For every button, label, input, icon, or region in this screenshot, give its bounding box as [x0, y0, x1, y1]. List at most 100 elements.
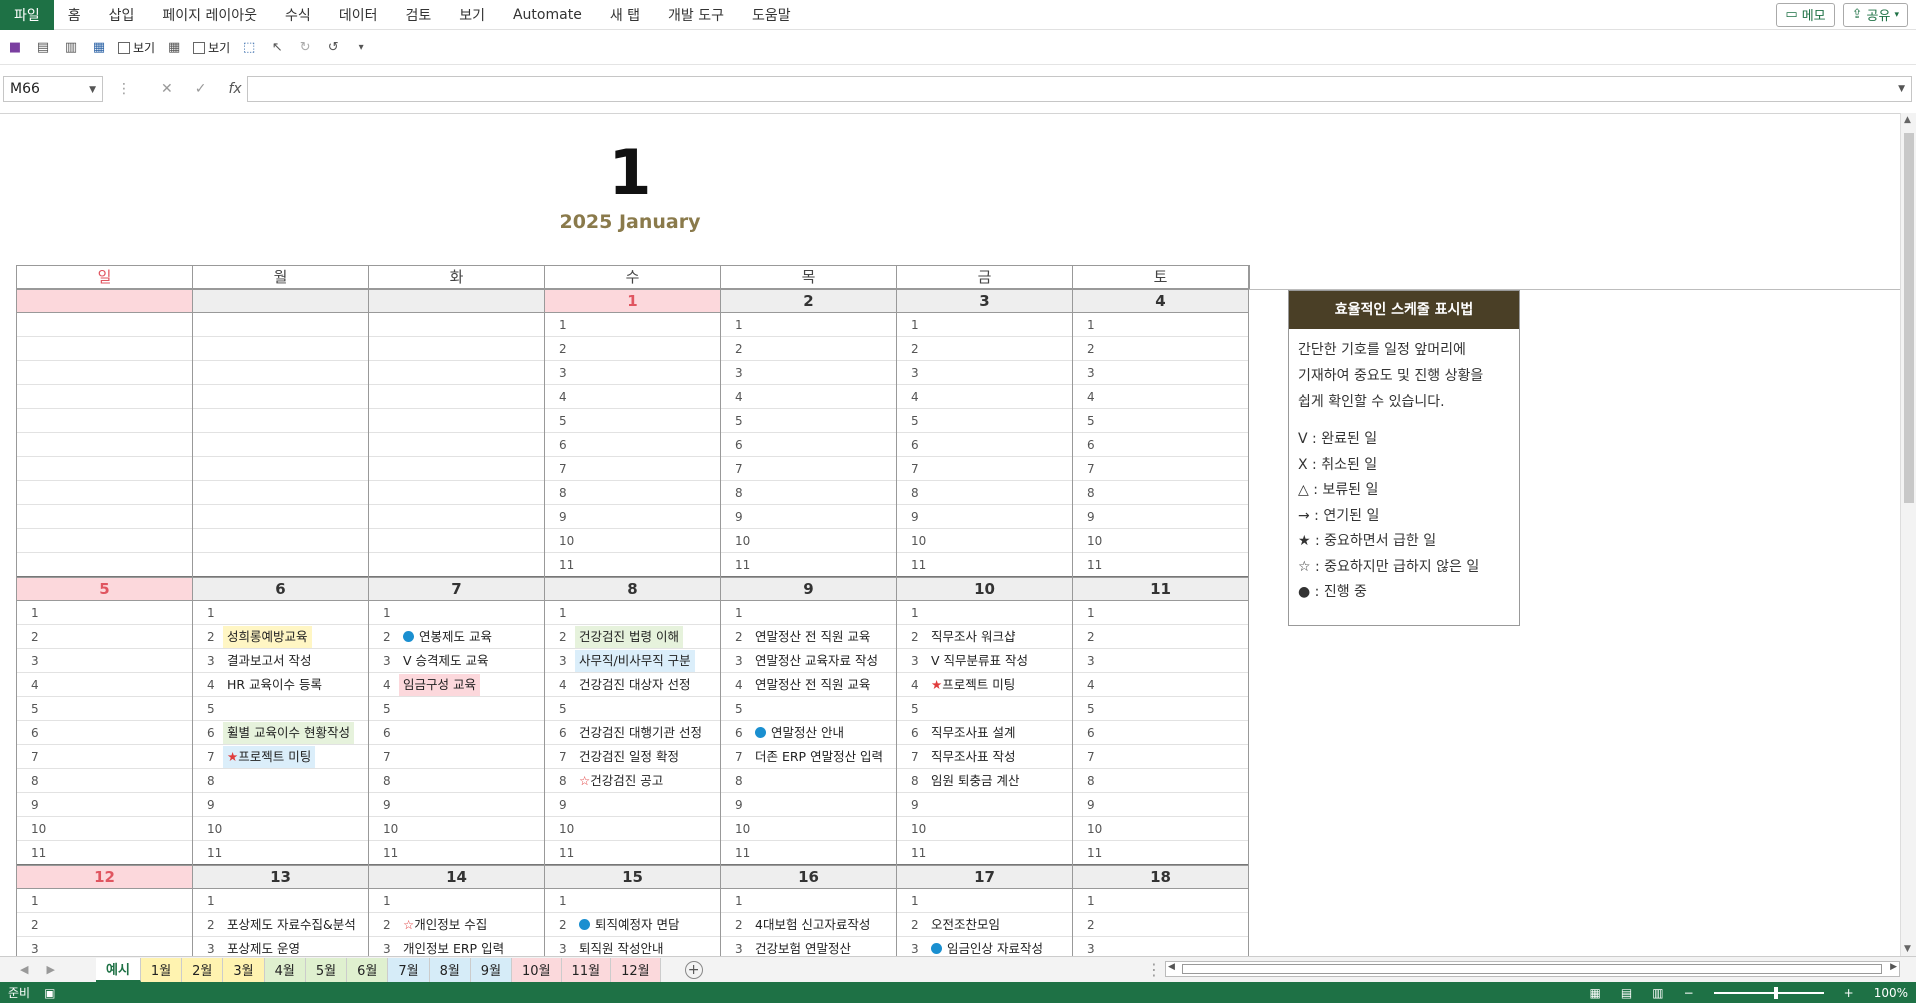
select-area-icon[interactable]: ⬚	[240, 39, 258, 57]
scroll-left-icon[interactable]: ◀	[1168, 962, 1175, 972]
schedule-row[interactable]: 2 건강검진 법령 이해	[545, 625, 720, 649]
memo-button[interactable]: ▭ 메모	[1776, 2, 1835, 27]
schedule-row[interactable]: 11	[1073, 553, 1248, 577]
date-cell[interactable]	[193, 289, 369, 313]
sheet-tab[interactable]: 7월	[388, 957, 430, 982]
schedule-row[interactable]: 5	[897, 409, 1072, 433]
schedule-row[interactable]: 1	[897, 889, 1072, 913]
date-cell[interactable]: 1	[545, 289, 721, 313]
schedule-row[interactable]: 10	[897, 817, 1072, 841]
sheet-tab[interactable]: 예시	[96, 957, 141, 982]
sheet-tab[interactable]: 5월	[305, 957, 348, 982]
schedule-row[interactable]: 9	[545, 505, 720, 529]
schedule-row[interactable]: 1	[721, 601, 896, 625]
ribbon-tab[interactable]: 개발 도구	[654, 0, 738, 30]
schedule-row[interactable]: 7	[545, 457, 720, 481]
schedule-row[interactable]: 8	[369, 769, 544, 793]
schedule-row[interactable]: 4	[545, 385, 720, 409]
insert-function-icon[interactable]: fx	[228, 81, 241, 97]
freeze-panes-icon[interactable]: ▦	[90, 39, 108, 57]
schedule-row[interactable]: 11	[193, 841, 368, 865]
schedule-row[interactable]: 3 건강보험 연말정산	[721, 937, 896, 956]
save-icon[interactable]: ■	[6, 39, 24, 57]
redo-icon[interactable]: ↻	[296, 39, 314, 57]
date-cell[interactable]: 13	[193, 865, 369, 889]
macro-record-icon[interactable]: ▣	[44, 986, 55, 1000]
schedule-row[interactable]: 5	[1073, 697, 1248, 721]
schedule-row[interactable]: 2	[545, 337, 720, 361]
schedule-row[interactable]: 7	[721, 457, 896, 481]
schedule-row[interactable]: 6	[545, 433, 720, 457]
schedule-row[interactable]: 9	[1073, 793, 1248, 817]
schedule-row[interactable]: 2 오전조찬모임	[897, 913, 1072, 937]
schedule-row[interactable]	[193, 529, 368, 553]
schedule-row[interactable]: 1	[545, 313, 720, 337]
hscroll-thumb[interactable]	[1182, 964, 1882, 974]
schedule-row[interactable]	[193, 481, 368, 505]
schedule-row[interactable]: 3	[545, 361, 720, 385]
schedule-row[interactable]: 2 연말정산 전 직원 교육	[721, 625, 896, 649]
undo-icon[interactable]: ↺	[324, 39, 342, 57]
schedule-row[interactable]: 3 V 직무분류표 작성	[897, 649, 1072, 673]
expand-formula-icon[interactable]: ▼	[1898, 84, 1905, 94]
schedule-row[interactable]: 9	[897, 793, 1072, 817]
schedule-row[interactable]: 1	[369, 889, 544, 913]
schedule-row[interactable]: 1	[193, 889, 368, 913]
schedule-row[interactable]: 2 퇴직예정자 면담	[545, 913, 720, 937]
schedule-row[interactable]: 8 ☆건강검진 공고	[545, 769, 720, 793]
schedule-row[interactable]: 7 ★프로젝트 미팅	[193, 745, 368, 769]
schedule-row[interactable]: 9	[193, 793, 368, 817]
schedule-row[interactable]: 10	[17, 817, 192, 841]
schedule-row[interactable]: 3 임금인상 자료작성	[897, 937, 1072, 956]
schedule-row[interactable]	[369, 433, 544, 457]
schedule-row[interactable]: 7	[1073, 745, 1248, 769]
schedule-row[interactable]: 5	[1073, 409, 1248, 433]
date-cell[interactable]: 15	[545, 865, 721, 889]
schedule-row[interactable]: 4	[1073, 673, 1248, 697]
schedule-row[interactable]: 6 연말정산 안내	[721, 721, 896, 745]
ribbon-tab[interactable]: 새 탭	[596, 0, 654, 30]
schedule-row[interactable]: 7 직무조사표 작성	[897, 745, 1072, 769]
schedule-row[interactable]: 5	[897, 697, 1072, 721]
headings-checkbox[interactable]: 보기	[193, 39, 230, 56]
normal-view-icon[interactable]: ▦	[1590, 986, 1601, 1000]
schedule-row[interactable]: 10	[369, 817, 544, 841]
schedule-row[interactable]	[369, 385, 544, 409]
schedule-row[interactable]	[193, 553, 368, 577]
schedule-row[interactable]: 3	[897, 361, 1072, 385]
schedule-row[interactable]: 1	[1073, 601, 1248, 625]
schedule-row[interactable]	[193, 409, 368, 433]
tab-split-icon[interactable]: ⋮	[1146, 960, 1162, 979]
schedule-row[interactable]: 6	[369, 721, 544, 745]
date-cell[interactable]: 14	[369, 865, 545, 889]
schedule-row[interactable]	[193, 337, 368, 361]
schedule-row[interactable]: 10	[1073, 529, 1248, 553]
zoom-out-icon[interactable]: −	[1684, 986, 1694, 1000]
schedule-row[interactable]: 9	[17, 793, 192, 817]
sheet-tab[interactable]: 6월	[347, 957, 389, 982]
zoom-level[interactable]: 100%	[1874, 986, 1908, 1000]
schedule-row[interactable]: 1	[545, 889, 720, 913]
sheet-tab[interactable]: 10월	[512, 957, 562, 982]
schedule-row[interactable]: 3 포상제도 운영	[193, 937, 368, 956]
schedule-row[interactable]: 11	[545, 841, 720, 865]
schedule-row[interactable]	[17, 409, 192, 433]
schedule-row[interactable]	[193, 505, 368, 529]
name-box[interactable]: M66 ▼	[3, 76, 103, 102]
schedule-row[interactable]: 6	[17, 721, 192, 745]
schedule-row[interactable]: 5	[721, 697, 896, 721]
schedule-row[interactable]: 11	[897, 553, 1072, 577]
schedule-row[interactable]: 9	[1073, 505, 1248, 529]
prev-sheet-icon[interactable]: ◀	[20, 963, 28, 976]
schedule-row[interactable]: 2	[1073, 913, 1248, 937]
schedule-row[interactable]: 4 HR 교육이수 등록	[193, 673, 368, 697]
date-cell[interactable]: 10	[897, 577, 1073, 601]
schedule-row[interactable]	[193, 313, 368, 337]
schedule-row[interactable]: 8 임원 퇴충금 계산	[897, 769, 1072, 793]
horizontal-scrollbar[interactable]: ◀ ▶	[1165, 961, 1900, 977]
sheet-tab[interactable]: 3월	[223, 957, 265, 982]
schedule-row[interactable]: 2 직무조사 워크샵	[897, 625, 1072, 649]
schedule-row[interactable]: 5	[721, 409, 896, 433]
schedule-row[interactable]	[17, 481, 192, 505]
schedule-row[interactable]: 6	[897, 433, 1072, 457]
